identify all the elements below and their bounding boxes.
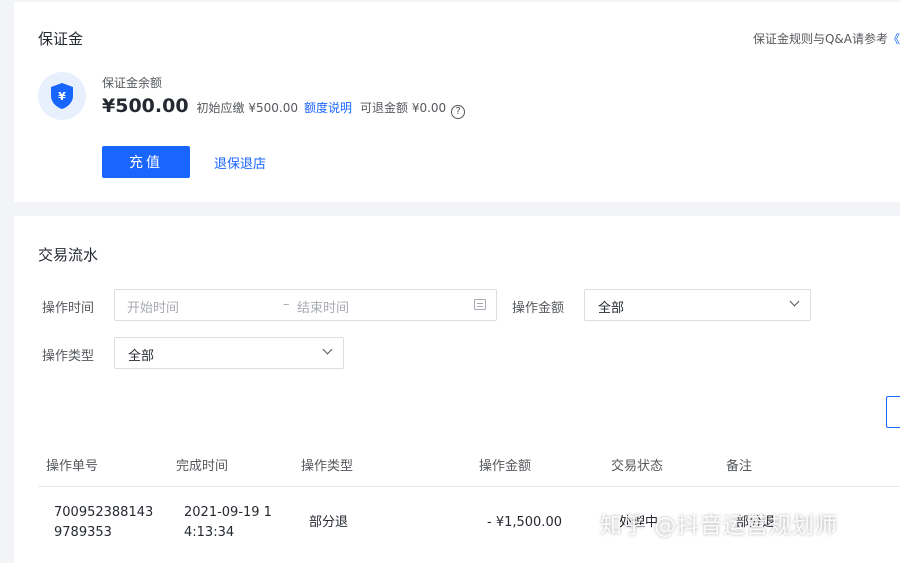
date-range-picker[interactable]: 开始时间 – 结束时间 xyxy=(114,289,497,321)
operation-time-label: 操作时间 xyxy=(42,301,95,316)
svg-text:¥: ¥ xyxy=(58,90,66,103)
order-number-line1: 700952388143 xyxy=(54,505,154,520)
column-header-order-no: 操作单号 xyxy=(46,459,99,474)
deposit-rules-link[interactable]: 《 xyxy=(888,32,900,46)
column-header-complete-time: 完成时间 xyxy=(176,459,229,474)
column-header-operation-type: 操作类型 xyxy=(301,459,354,474)
calendar-icon[interactable] xyxy=(474,299,486,310)
watermark: 知乎 @抖音运营规划师 xyxy=(600,514,838,539)
operation-amount-value: 全部 xyxy=(598,301,625,316)
recharge-button[interactable]: 充值 xyxy=(102,146,190,178)
column-header-status: 交易状态 xyxy=(611,459,664,474)
chevron-down-icon xyxy=(322,344,333,355)
complete-time-cell: 2021-09-19 1 4:13:34 xyxy=(184,503,272,543)
refundable-amount-text: 可退金额 ¥0.00 xyxy=(360,101,447,115)
deposit-card: 保证金 保证金规则与Q&A请参考《 ¥ 保证金余额 ¥500.00 初始应缴 ¥… xyxy=(14,2,900,202)
yuan-shield-icon: ¥ xyxy=(38,72,86,120)
chevron-down-icon xyxy=(789,296,800,307)
table-header-divider xyxy=(38,486,900,487)
range-separator: – xyxy=(283,297,290,312)
balance-row: ¥500.00 初始应缴 ¥500.00 额度说明 可退金额 ¥0.00 ? xyxy=(102,95,466,119)
balance-amount: ¥500.00 xyxy=(102,95,189,117)
operation-amount-label: 操作金额 xyxy=(512,301,565,316)
balance-label: 保证金余额 xyxy=(102,76,163,90)
export-button[interactable] xyxy=(886,396,900,428)
initial-deposit-text: 初始应缴 ¥500.00 xyxy=(196,101,298,115)
deposit-title: 保证金 xyxy=(38,30,84,48)
quota-explanation-link[interactable]: 额度说明 xyxy=(304,99,352,116)
operation-type-label: 操作类型 xyxy=(42,349,95,364)
column-header-note: 备注 xyxy=(726,459,753,474)
operation-type-select[interactable]: 全部 xyxy=(114,337,344,369)
operation-type-value: 全部 xyxy=(128,349,155,364)
order-number-line2: 9789353 xyxy=(54,525,112,540)
operation-amount-cell: - ¥1,500.00 xyxy=(487,515,562,530)
start-time-placeholder[interactable]: 开始时间 xyxy=(127,297,179,316)
question-mark-icon[interactable]: ? xyxy=(451,105,466,119)
operation-type-cell: 部分退 xyxy=(309,515,349,530)
complete-time-line1: 2021-09-19 1 xyxy=(184,505,272,520)
end-time-placeholder[interactable]: 结束时间 xyxy=(297,297,349,316)
deposit-rules: 保证金规则与Q&A请参考《 xyxy=(753,30,900,47)
deposit-rules-text: 保证金规则与Q&A请参考 xyxy=(752,32,888,46)
column-header-operation-amount: 操作金额 xyxy=(479,459,532,474)
withdraw-store-link[interactable]: 退保退店 xyxy=(214,153,266,172)
transactions-title: 交易流水 xyxy=(38,246,99,264)
complete-time-line2: 4:13:34 xyxy=(184,525,235,540)
operation-amount-select[interactable]: 全部 xyxy=(584,289,811,321)
order-number-cell: 700952388143 9789353 xyxy=(54,503,153,543)
